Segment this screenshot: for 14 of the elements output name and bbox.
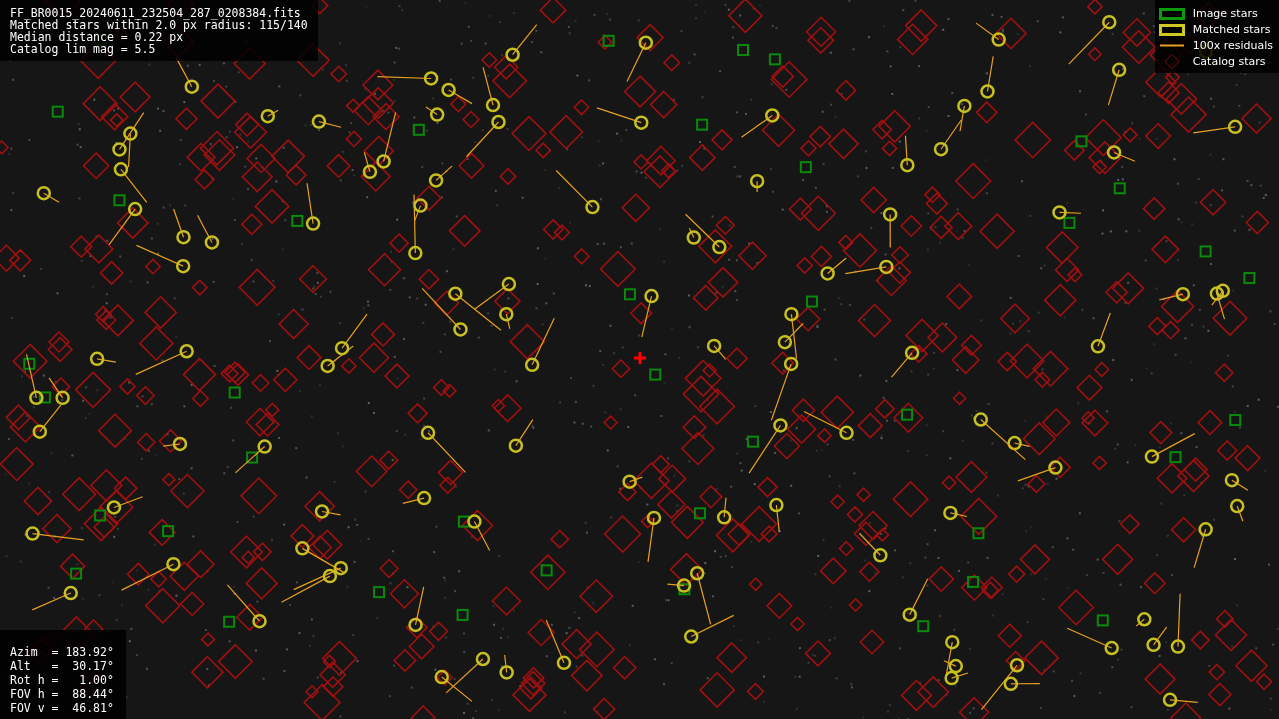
- pointing-text: FOV v = 46.81°: [10, 701, 114, 715]
- info-text: FF_BR0015_20240611_232504_287_0208384.fits: [10, 7, 302, 19]
- info-text: Catalog lim mag = 5.5: [10, 43, 157, 55]
- pointing-text: Alt = 30.17°: [10, 659, 114, 673]
- legend-label: Image stars: [1192, 7, 1258, 20]
- pointing-text: Azim = 183.92°: [10, 645, 114, 659]
- pointing-text: FOV h = 88.44°: [10, 687, 114, 701]
- line-icon: [1158, 44, 1185, 47]
- legend-label: Catalog stars: [1192, 55, 1266, 68]
- legend-label: Matched stars: [1192, 23, 1271, 36]
- legend-label: 100x residuals: [1192, 39, 1273, 52]
- info-text: Matched stars within 2.0 px radius: 115/140: [10, 19, 308, 31]
- info-text: Median distance = 0.22 px: [10, 31, 184, 43]
- pointing-text: Rot h = 1.00°: [10, 673, 114, 687]
